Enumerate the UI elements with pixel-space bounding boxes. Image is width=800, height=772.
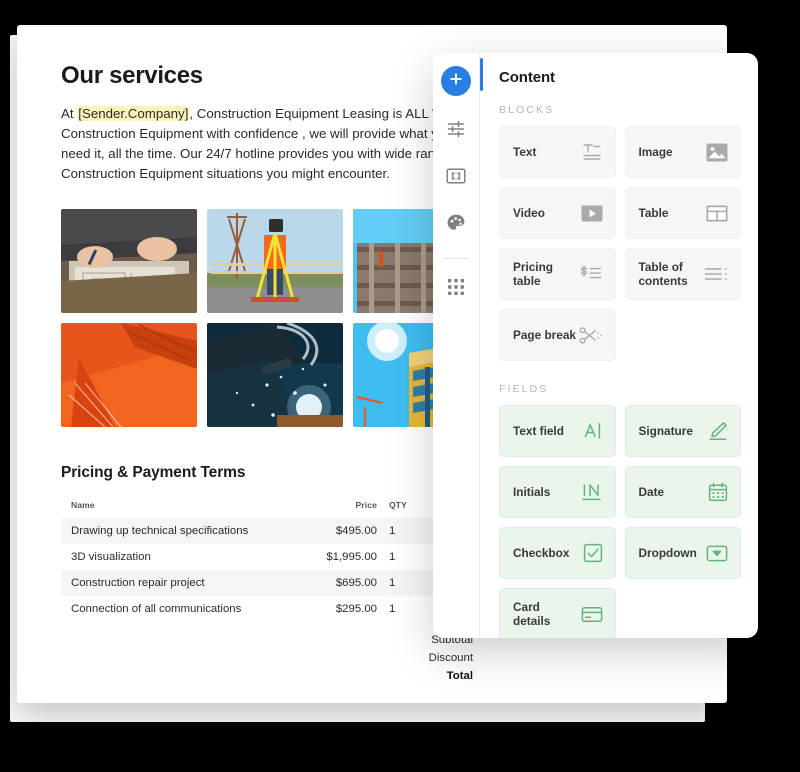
signature-pen-icon [708, 421, 728, 441]
field-tile-initials[interactable]: Initials [499, 466, 616, 518]
checkbox-icon [583, 543, 603, 563]
calendar-icon [708, 482, 728, 502]
table-row: Connection of all communications $295.00… [61, 596, 481, 622]
row-price: $695.00 [311, 570, 385, 596]
row-price: $295.00 [335, 603, 377, 615]
tile-label: Checkbox [513, 546, 570, 560]
block-tile-image[interactable]: Image [624, 126, 741, 178]
row-qty: 1 [385, 570, 423, 596]
row-qty: 1 [385, 518, 423, 544]
field-tile-card-details[interactable]: Card details [499, 588, 616, 638]
credit-card-icon [581, 606, 603, 623]
block-tile-table[interactable]: Table [624, 187, 741, 239]
blocks-section-label: BLOCKS [499, 104, 555, 116]
tile-label: Video [513, 206, 545, 220]
row-name: Connection of all communications [71, 603, 242, 615]
tile-label: Signature [638, 424, 693, 438]
row-qty: 1 [389, 603, 396, 615]
row-price: $1,995.00 [326, 551, 377, 563]
row-name: Drawing up technical specifications [61, 518, 311, 544]
active-tab-accent-bar [480, 58, 483, 91]
totals-total-label: Total [446, 670, 473, 682]
content-editor-panel: Content BLOCKS Text Image Video Table Pr… [433, 53, 758, 638]
plus-icon [448, 71, 464, 92]
apps-grid-button[interactable] [441, 274, 471, 304]
fields-section-label: FIELDS [499, 383, 549, 395]
field-tile-date[interactable]: Date [624, 466, 741, 518]
surveyor-crane-photo [207, 209, 343, 313]
text-cursor-icon [583, 421, 603, 441]
row-price: $495.00 [311, 518, 385, 544]
totals-discount-label: Discount [428, 652, 473, 664]
totals-subtotal-row: Subtotal [61, 631, 481, 649]
row-name: Construction repair project [61, 570, 311, 596]
grid-icon [447, 278, 465, 301]
blueprint-drafting-photo [61, 209, 197, 313]
totals-block: Subtotal Discount Total [61, 631, 481, 685]
block-tile-pricing-table[interactable]: Pricing table [499, 248, 616, 300]
tile-label: Pricing table [513, 260, 553, 288]
tile-label: Table of contents [638, 260, 688, 288]
screenshot-stage: Our services At [Sender.Company], Constr… [0, 0, 800, 772]
block-tile-text[interactable]: Text [499, 126, 616, 178]
orange-crane-structure-photo [61, 323, 197, 427]
fields-section: FIELDS Text field Signature Initials Dat… [499, 383, 741, 638]
totals-discount-row: Discount [61, 649, 481, 667]
rail-divider [444, 258, 468, 259]
row-qty: 1 [389, 551, 396, 563]
tile-label: Card details [513, 600, 551, 628]
table-header-row: Name Price QTY Subtotal [61, 496, 481, 518]
tile-label: Initials [513, 485, 551, 499]
settings-sliders-button[interactable] [441, 116, 471, 146]
tile-label: Page break [513, 328, 576, 342]
image-icon [706, 143, 728, 162]
tile-label: Image [638, 145, 673, 159]
paragraph-prefix: At [61, 106, 78, 121]
tile-label: Date [638, 485, 665, 499]
dropdown-caret-icon [706, 545, 728, 562]
editor-icon-rail [433, 53, 480, 638]
tile-label: Table [638, 206, 669, 220]
welding-sparks-photo [207, 323, 343, 427]
merge-token: [Sender.Company] [77, 106, 190, 121]
table-row: 3D visualization $1,995.00 1 $1,995.00 [61, 544, 481, 570]
tile-label: Text field [513, 424, 564, 438]
block-tile-page-break[interactable]: Page break [499, 309, 616, 361]
tile-label: Dropdown [638, 546, 697, 560]
sliders-icon [446, 119, 466, 144]
variables-button[interactable] [441, 163, 471, 193]
add-block-button[interactable] [441, 66, 471, 96]
col-price: Price [355, 500, 377, 510]
pricing-table: Name Price QTY Subtotal Drawing up techn… [61, 496, 481, 622]
video-play-icon [581, 205, 603, 222]
field-tile-signature[interactable]: Signature [624, 405, 741, 457]
field-tile-text-field[interactable]: Text field [499, 405, 616, 457]
panel-title: Content [499, 69, 555, 86]
toc-icon [704, 266, 728, 282]
pricing-list-icon [579, 264, 603, 284]
palette-icon [446, 213, 466, 238]
col-name: Name [71, 500, 95, 510]
theme-palette-button[interactable] [441, 210, 471, 240]
blocks-grid: Text Image Video Table Pricing table Tab… [499, 126, 741, 361]
initials-in-icon [581, 482, 603, 502]
text-format-icon [581, 142, 603, 162]
tile-label: Text [513, 145, 537, 159]
panel-content: Content BLOCKS Text Image Video Table Pr… [480, 53, 758, 638]
table-icon [706, 205, 728, 222]
col-qty: QTY [389, 500, 407, 510]
field-tile-dropdown[interactable]: Dropdown [624, 527, 741, 579]
block-tile-video[interactable]: Video [499, 187, 616, 239]
totals-total-row: Total [61, 667, 481, 685]
fields-grid: Text field Signature Initials Date Check… [499, 405, 741, 638]
brackets-box-icon [446, 167, 466, 190]
table-row: Drawing up technical specifications $495… [61, 518, 481, 544]
table-row: Construction repair project $695.00 1 $6… [61, 570, 481, 596]
row-name: 3D visualization [71, 551, 151, 563]
field-tile-checkbox[interactable]: Checkbox [499, 527, 616, 579]
block-tile-table-of-contents[interactable]: Table of contents [624, 248, 741, 300]
scissors-icon [579, 326, 603, 345]
